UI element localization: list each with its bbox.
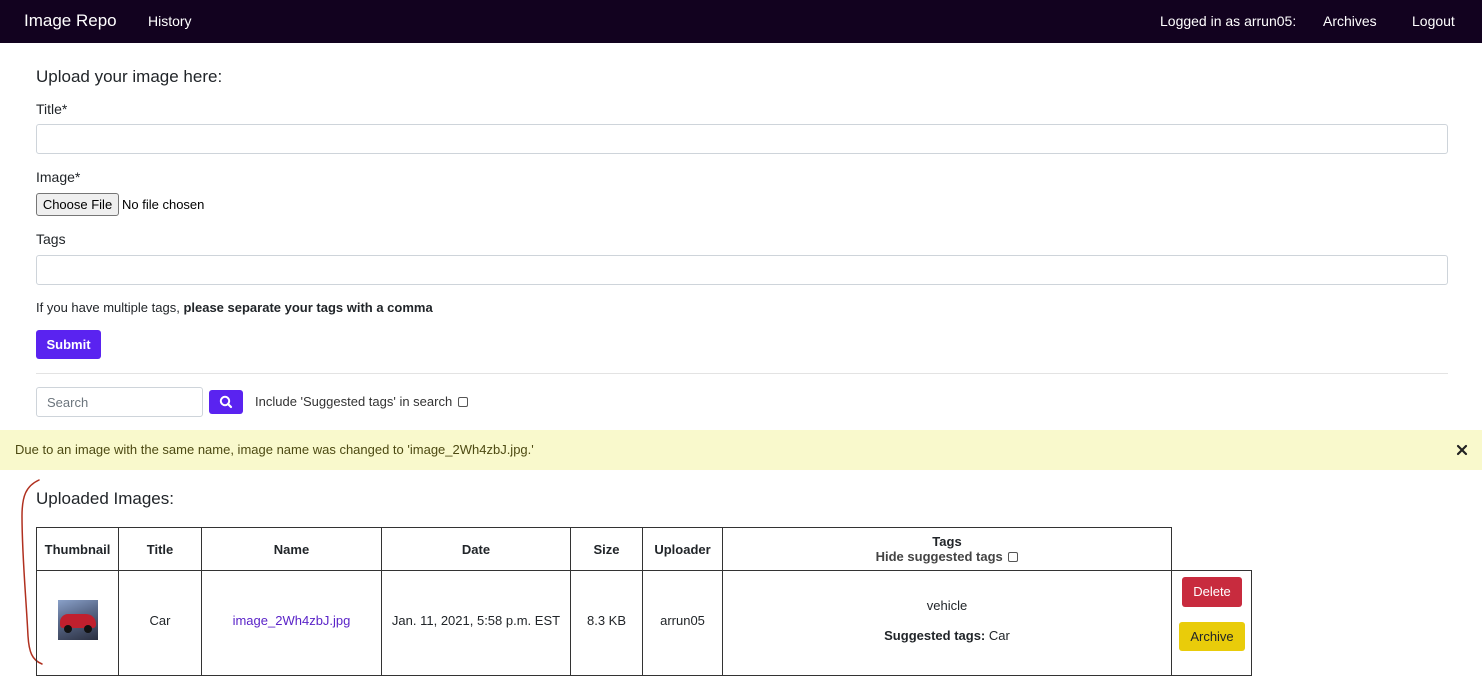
hide-suggested-checkbox[interactable] [1008, 552, 1019, 562]
close-icon [1456, 444, 1468, 456]
car-thumbnail[interactable] [58, 600, 98, 640]
alert-close-button[interactable] [1455, 443, 1469, 457]
hide-suggested-toggle: Hide suggested tags [723, 549, 1171, 564]
choose-file-button[interactable]: Choose File [36, 193, 119, 216]
column-header-name: Name [201, 527, 382, 571]
nav-logout-link[interactable]: Logout [1412, 13, 1455, 29]
car-wheel-back [84, 625, 92, 633]
row-suggested-tags: Suggested tags: Car [723, 628, 1171, 643]
column-header-date-label: Date [461, 542, 491, 557]
archive-button[interactable]: Archive [1179, 622, 1245, 651]
include-suggested-label: Include 'Suggested tags' in search [255, 394, 453, 409]
row-name-cell: image_2Wh4zbJ.jpg [201, 570, 382, 676]
tags-hint-prefix: If you have multiple tags, [36, 300, 180, 315]
row-title-cell: Car [118, 570, 202, 676]
column-header-tags: Tags Hide suggested tags [722, 527, 1172, 571]
search-input[interactable] [36, 387, 203, 417]
title-label: Title* [36, 101, 68, 117]
include-suggested-checkbox[interactable] [457, 397, 468, 407]
column-header-date: Date [381, 527, 571, 571]
column-header-title-label: Title [146, 542, 174, 557]
tags-hint: If you have multiple tags, please separa… [36, 300, 433, 315]
column-header-title: Title [118, 527, 202, 571]
upload-heading: Upload your image here: [36, 67, 223, 86]
row-tags: vehicle [926, 598, 968, 613]
delete-button[interactable]: Delete [1182, 577, 1242, 607]
column-header-tags-label: Tags [932, 534, 962, 549]
logged-in-label: Logged in as arrun05: [1160, 13, 1297, 29]
column-header-thumbnail: Thumbnail [36, 527, 119, 571]
hide-suggested-label: Hide suggested tags [875, 549, 1003, 564]
search-icon [219, 395, 233, 409]
search-button[interactable] [209, 390, 243, 414]
title-input[interactable] [36, 124, 1448, 154]
column-header-uploader: Uploader [642, 527, 723, 571]
nav-history-link[interactable]: History [148, 13, 192, 29]
rename-alert: Due to an image with the same name, imag… [0, 430, 1482, 470]
column-header-uploader-label: Uploader [654, 542, 711, 557]
brand-link[interactable]: Image Repo [24, 11, 117, 31]
column-header-size: Size [570, 527, 643, 571]
tags-input[interactable] [36, 255, 1448, 285]
row-suggested-label: Suggested tags: [884, 628, 986, 643]
file-status-text: No file chosen [122, 197, 205, 212]
column-header-thumbnail-label: Thumbnail [44, 542, 111, 557]
image-label: Image* [36, 169, 81, 185]
column-header-name-label: Name [273, 542, 310, 557]
row-size: 8.3 KB [586, 613, 627, 628]
row-name-link[interactable]: image_2Wh4zbJ.jpg [202, 613, 381, 628]
section-divider [36, 373, 1448, 374]
column-header-size-label: Size [593, 542, 620, 557]
top-navbar: Image Repo History Logged in as arrun05:… [0, 0, 1482, 43]
uploaded-heading: Uploaded Images: [36, 489, 174, 508]
row-title: Car [149, 613, 171, 628]
row-size-cell: 8.3 KB [570, 570, 643, 676]
row-uploader-cell: arrun05 [642, 570, 723, 676]
row-tags-cell: vehicle Suggested tags: Car [722, 570, 1172, 676]
row-date-cell: Jan. 11, 2021, 5:58 p.m. EST [381, 570, 571, 676]
row-uploader: arrun05 [660, 613, 705, 628]
alert-message: Due to an image with the same name, imag… [15, 442, 534, 457]
include-suggested-toggle: Include 'Suggested tags' in search [255, 394, 468, 409]
row-suggested-value: Car [988, 628, 1010, 643]
car-wheel-front [64, 625, 72, 633]
nav-archives-link[interactable]: Archives [1323, 13, 1377, 29]
tags-hint-bold: please separate your tags with a comma [183, 300, 433, 315]
tags-label: Tags [36, 231, 66, 247]
submit-button[interactable]: Submit [36, 330, 101, 359]
row-date: Jan. 11, 2021, 5:58 p.m. EST [391, 613, 561, 628]
